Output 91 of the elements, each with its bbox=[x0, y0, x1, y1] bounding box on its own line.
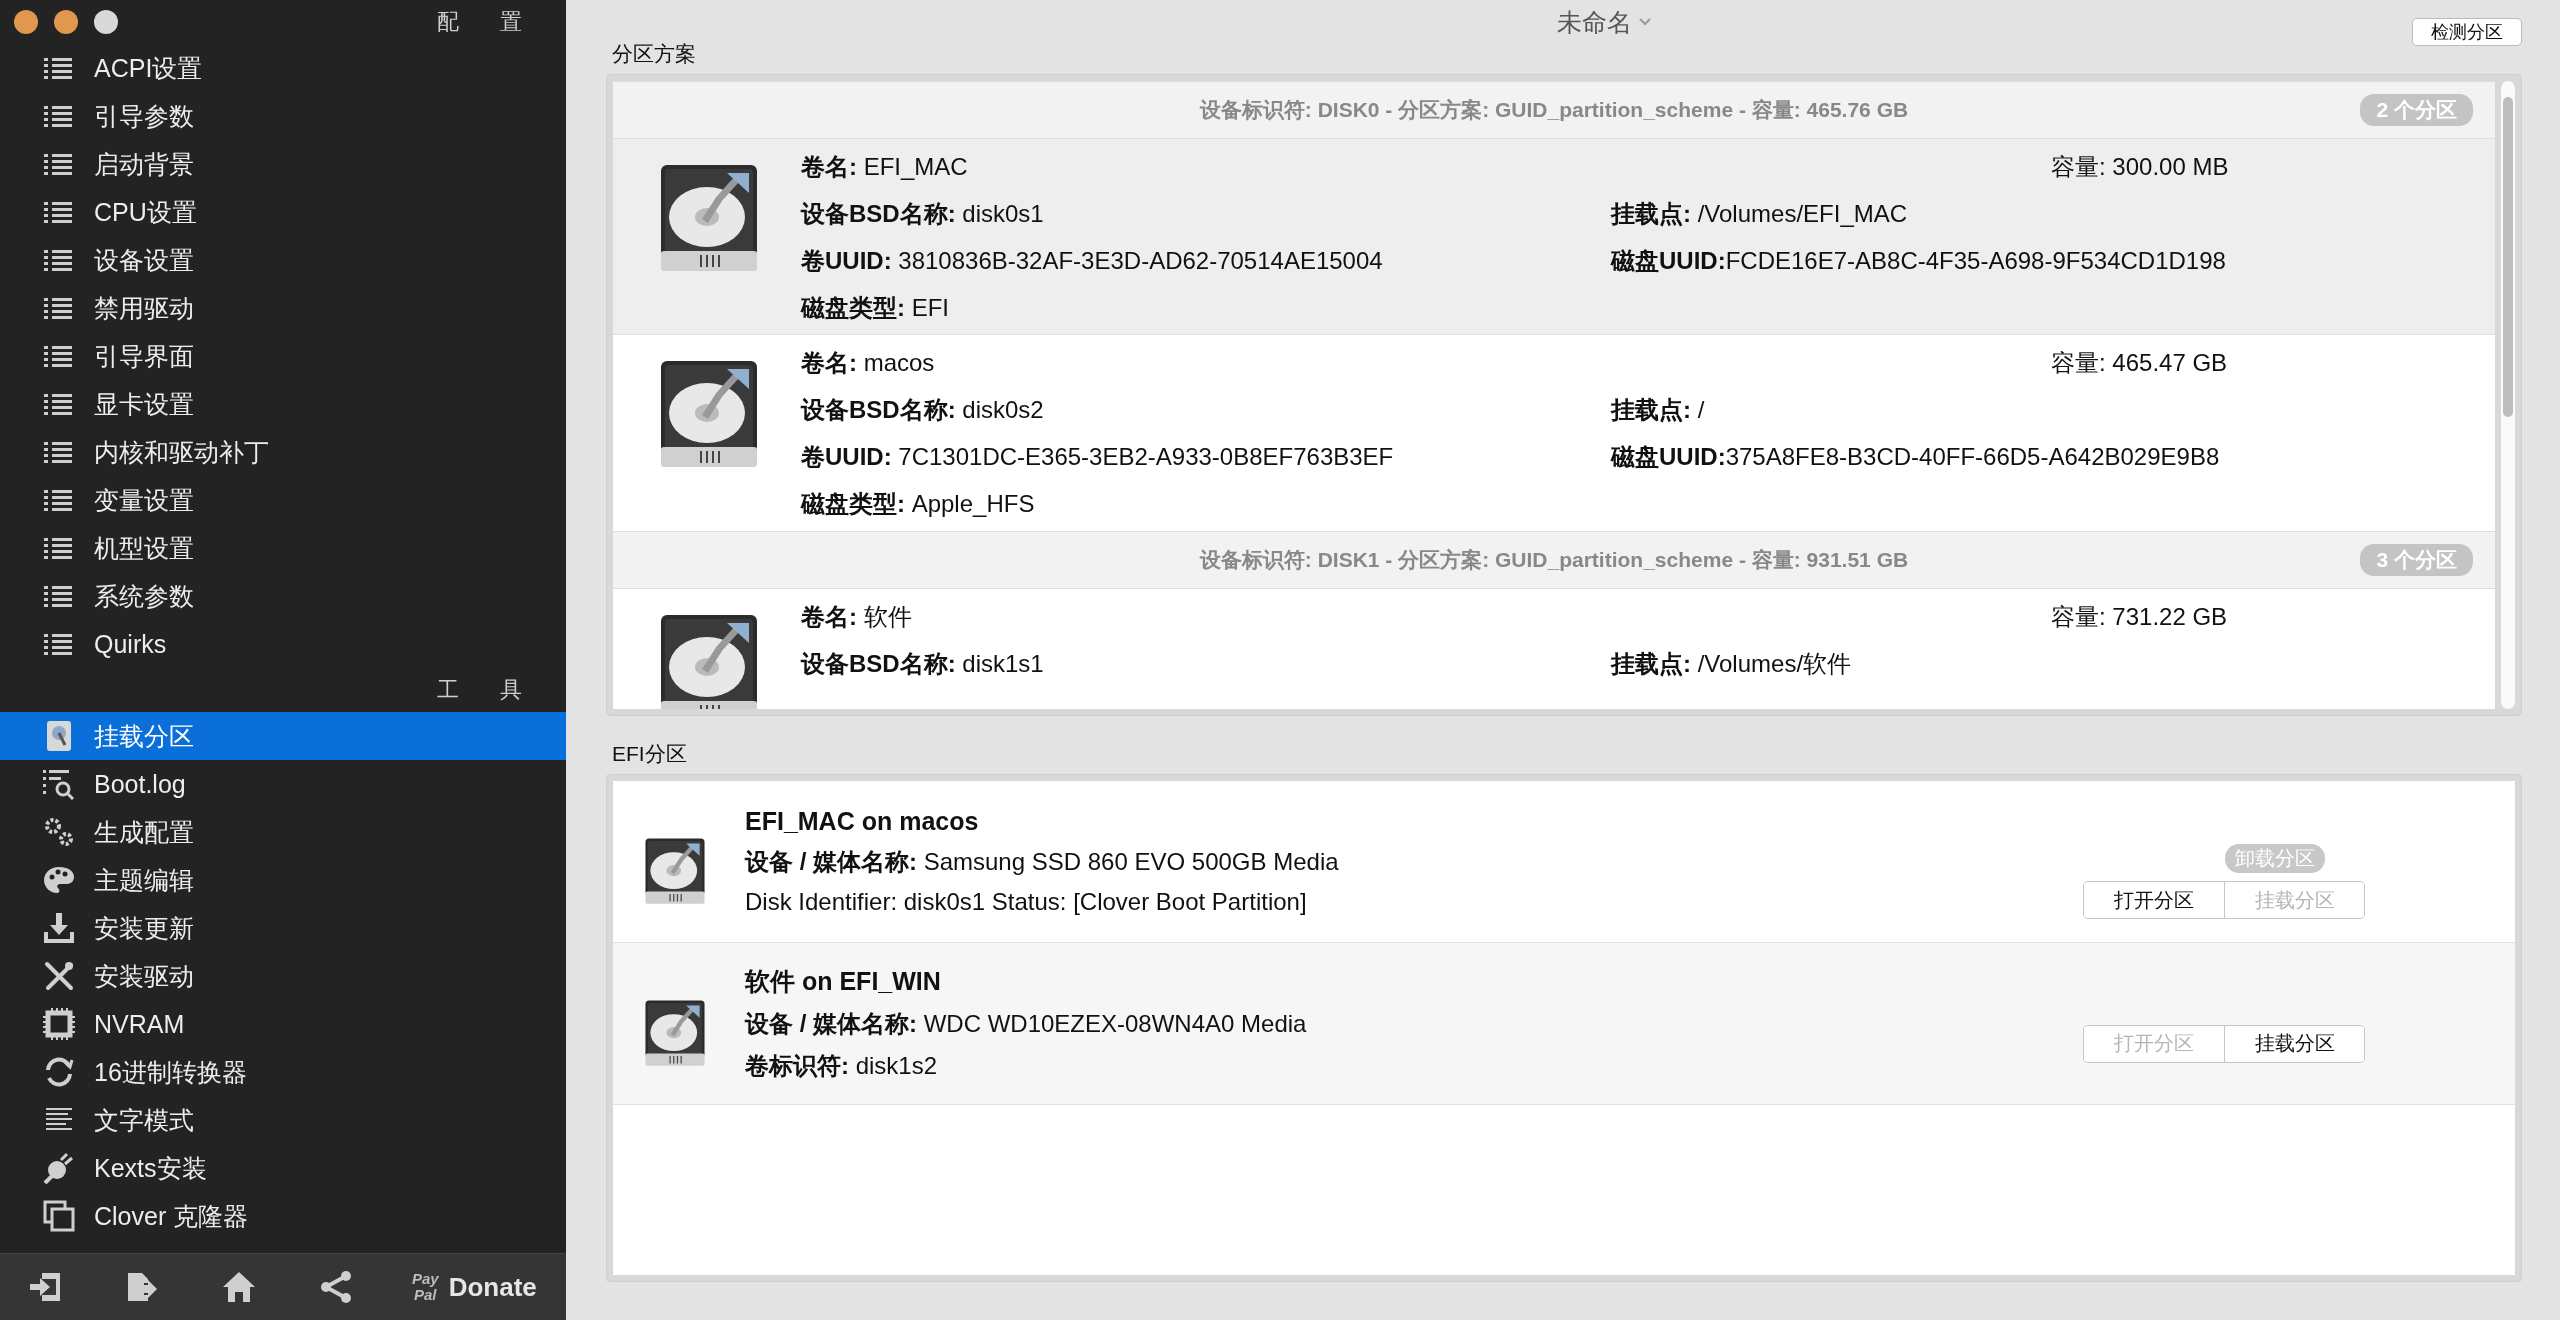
paypal-logo-text: Pal bbox=[414, 1287, 437, 1303]
detect-partitions-button[interactable]: 检测分区 bbox=[2412, 18, 2522, 46]
sidebar-item[interactable]: Quirks bbox=[0, 620, 566, 668]
chevron-down-icon bbox=[1637, 17, 1652, 27]
list-icon bbox=[44, 296, 74, 320]
list-icon bbox=[44, 200, 74, 224]
sidebar-item[interactable]: 安装更新 bbox=[0, 904, 566, 952]
list-icon bbox=[44, 536, 74, 560]
disk-header-text: 设备标识符: DISK0 - 分区方案: GUID_partition_scheme - 容量: 465.76 GB bbox=[1199, 97, 1909, 123]
volume-uuid: 卷UUID: 7C1301DC-E365-3EB2-A933-0B8EF763B3EF bbox=[801, 441, 1395, 472]
refresh-icon bbox=[43, 1056, 75, 1088]
sidebar-item[interactable]: Clover 克隆器 bbox=[0, 1192, 566, 1240]
sidebar-item[interactable]: 内核和驱动补丁 bbox=[0, 428, 566, 476]
sidebar-item[interactable]: 禁用驱动 bbox=[0, 284, 566, 332]
partition-count-badge: 2 个分区 bbox=[2360, 94, 2473, 126]
sidebar-item[interactable]: 设备设置 bbox=[0, 236, 566, 284]
log-search-icon bbox=[43, 768, 75, 800]
close-window-button[interactable] bbox=[14, 10, 38, 34]
volume-name: 卷名: EFI_MAC bbox=[801, 151, 969, 182]
list-icon bbox=[44, 584, 74, 608]
plug-icon bbox=[43, 1152, 75, 1184]
sidebar-item[interactable]: 引导界面 bbox=[0, 332, 566, 380]
list-icon bbox=[44, 56, 74, 80]
partition-row[interactable]: 卷名: macos 容量: 465.47 GB 设备BSD名称: disk0s2 挂载点: / 卷UUID: 7C1301DC-E365-3EB2-A933-0B8EF763B3EF 磁盘UUID:375A8FE8-B3CD-40FF-66D5-A642B029E9B8 磁盘类型: Apple_HFS bbox=[613, 335, 2495, 531]
disk-type: 磁盘类型: EFI bbox=[801, 292, 950, 323]
efi-title: EFI_MAC on macos bbox=[745, 807, 980, 836]
list-icon bbox=[44, 440, 74, 464]
copy-icon bbox=[43, 1200, 75, 1232]
sidebar-item[interactable]: 16进制转换器 bbox=[0, 1048, 566, 1096]
disk-identifier: Disk Identifier: disk0s1 Status: [Clover Boot Partition] bbox=[745, 888, 1308, 916]
sidebar-item[interactable]: 变量设置 bbox=[0, 476, 566, 524]
mount-point: 挂载点: / bbox=[1611, 394, 1706, 425]
disk-identifier: 卷标识符: disk1s2 bbox=[745, 1051, 939, 1081]
sidebar-item[interactable]: 生成配置 bbox=[0, 808, 566, 856]
list-icon bbox=[44, 152, 74, 176]
download-icon bbox=[43, 912, 75, 944]
list-icon bbox=[44, 248, 74, 272]
sidebar-item[interactable]: 机型设置 bbox=[0, 524, 566, 572]
group-title: 分区方案 bbox=[612, 41, 697, 67]
sidebar-item[interactable]: Kexts安装 bbox=[0, 1144, 566, 1192]
sidebar-item[interactable]: Boot.log bbox=[0, 760, 566, 808]
sidebar-item[interactable]: 主题编辑 bbox=[0, 856, 566, 904]
list-icon bbox=[44, 104, 74, 128]
mount-point: 挂载点: /Volumes/软件 bbox=[1611, 648, 1853, 679]
text-lines-icon bbox=[44, 1107, 74, 1133]
mount-point: 挂载点: /Volumes/EFI_MAC bbox=[1611, 198, 1909, 229]
palette-icon bbox=[43, 865, 75, 895]
sidebar-item[interactable]: CPU设置 bbox=[0, 188, 566, 236]
sidebar-item[interactable]: 安装驱动 bbox=[0, 952, 566, 1000]
segment-button[interactable]: 挂载分区 bbox=[2224, 1025, 2364, 1062]
zoom-window-button[interactable] bbox=[94, 10, 118, 34]
sidebar-item[interactable]: 挂载分区 bbox=[0, 712, 566, 760]
volume-name: 卷名: macos bbox=[801, 347, 936, 378]
section-title: 工 具 bbox=[437, 676, 540, 704]
minimize-window-button[interactable] bbox=[54, 10, 78, 34]
disk-uuid: 磁盘UUID:375A8FE8-B3CD-40FF-66D5-A642B029E9B8 bbox=[1611, 441, 2221, 472]
sidebar-item[interactable]: 系统参数 bbox=[0, 572, 566, 620]
bsd-name: 设备BSD名称: disk1s1 bbox=[801, 648, 1045, 679]
capacity: 容量: 465.47 GB bbox=[2051, 347, 2229, 378]
disk-type: 磁盘类型: Apple_HFS bbox=[801, 488, 1036, 519]
sidebar-item[interactable]: NVRAM bbox=[0, 1000, 566, 1048]
list-icon bbox=[44, 632, 74, 656]
sidebar-item[interactable]: 引导参数 bbox=[0, 92, 566, 140]
list-icon bbox=[44, 392, 74, 416]
tools-icon bbox=[43, 960, 75, 992]
volume-uuid: 卷UUID: 3810836B-32AF-3E3D-AD62-70514AE15004 bbox=[801, 245, 1384, 276]
bsd-name: 设备BSD名称: disk0s1 bbox=[801, 198, 1045, 229]
efi-title: 软件 on EFI_WIN bbox=[745, 966, 942, 997]
partition-row[interactable]: 卷名: 软件 容量: 731.22 GB 设备BSD名称: disk1s1 挂载点: /Volumes/软件 bbox=[613, 589, 2495, 709]
disk-header-text: 设备标识符: DISK1 - 分区方案: GUID_partition_scheme - 容量: 931.51 GB bbox=[1199, 547, 1909, 573]
group-title: EFI分区 bbox=[612, 741, 688, 767]
window-title[interactable]: 未命名 bbox=[1556, 5, 1652, 39]
list-icon bbox=[44, 344, 74, 368]
paypal-logo-text: Pay bbox=[412, 1271, 439, 1287]
list-icon bbox=[44, 488, 74, 512]
disk-uuid: 磁盘UUID:FCDE16E7-AB8C-4F35-A698-9F534CD1D198 bbox=[1611, 245, 2227, 276]
device-name: 设备 / 媒体名称: Samsung SSD 860 EVO 500GB Media bbox=[745, 847, 1340, 877]
partition-count-badge: 3 个分区 bbox=[2360, 544, 2473, 576]
capacity: 容量: 300.00 MB bbox=[2051, 151, 2230, 182]
sidebar-item[interactable]: 显卡设置 bbox=[0, 380, 566, 428]
volume-name: 卷名: 软件 bbox=[801, 601, 913, 632]
sidebar-item[interactable]: 启动背景 bbox=[0, 140, 566, 188]
sidebar-item[interactable]: 文字模式 bbox=[0, 1096, 566, 1144]
chip-icon bbox=[43, 1008, 75, 1040]
device-name: 设备 / 媒体名称: WDC WD10EZEX-08WN4A0 Media bbox=[745, 1009, 1308, 1039]
bsd-name: 设备BSD名称: disk0s2 bbox=[801, 394, 1045, 425]
gears-icon bbox=[43, 816, 75, 848]
scrollbar[interactable] bbox=[2501, 81, 2515, 709]
sidebar-item[interactable]: ACPI设置 bbox=[0, 44, 566, 92]
section-title: 配 置 bbox=[437, 8, 540, 36]
capacity: 容量: 731.22 GB bbox=[2051, 601, 2229, 632]
